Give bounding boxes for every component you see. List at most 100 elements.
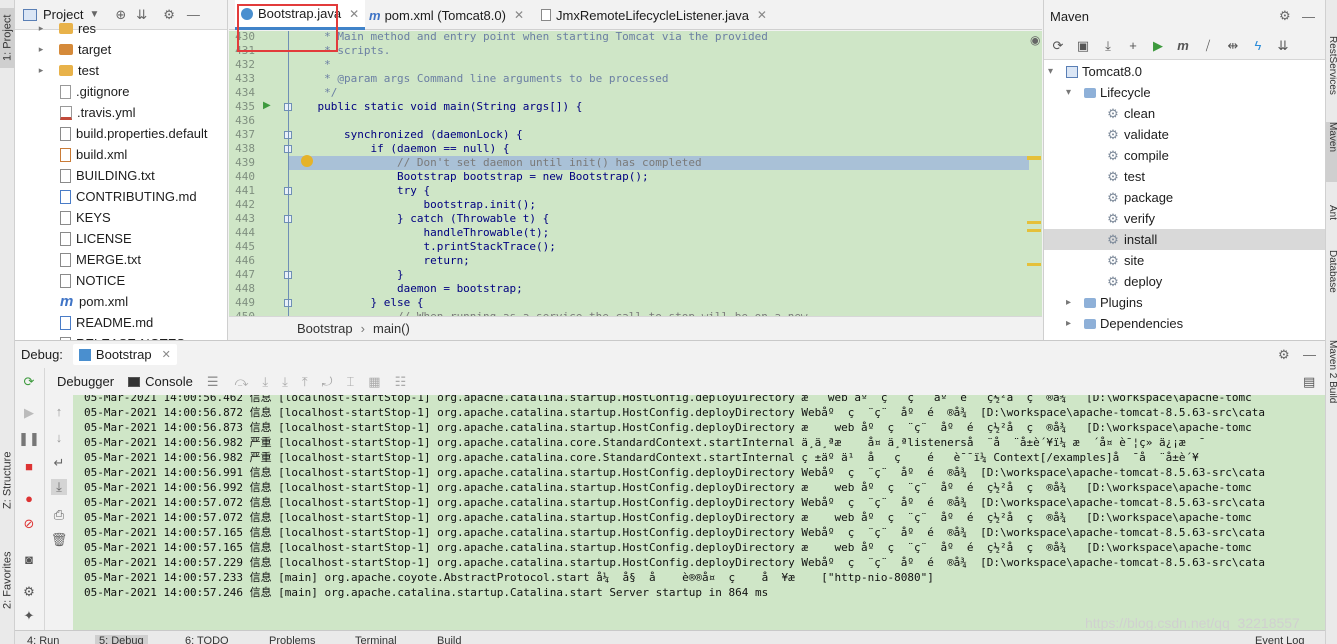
down-icon[interactable]: ↓: [51, 429, 67, 445]
force-step-into-icon[interactable]: ⤓: [282, 374, 288, 390]
problems-tool-tab[interactable]: Problems: [269, 635, 315, 644]
step-into-icon[interactable]: ⤓: [262, 374, 268, 390]
run-tool-tab[interactable]: 4: Run: [27, 635, 59, 644]
terminal-tool-tab[interactable]: Terminal: [355, 635, 397, 644]
project-tree-item[interactable]: ▸ test: [15, 60, 227, 81]
project-tree-item[interactable]: RELEASE-NOTES: [15, 333, 227, 340]
collapse-icon[interactable]: ⇊: [1275, 38, 1291, 54]
project-tree-item[interactable]: BUILDING.txt: [15, 165, 227, 186]
hide-icon[interactable]: —: [1302, 9, 1315, 24]
run-to-cursor-icon[interactable]: ⌶: [346, 374, 354, 390]
gear-icon[interactable]: ⚙: [21, 584, 37, 600]
chevron-down-icon[interactable]: ▾: [1048, 66, 1062, 77]
project-tree-item[interactable]: LICENSE: [15, 228, 227, 249]
run-icon[interactable]: ▶: [1150, 38, 1166, 54]
maven-tree-item[interactable]: ⚙ clean: [1044, 103, 1325, 124]
close-icon[interactable]: ✕: [162, 348, 171, 361]
project-tree-item[interactable]: MERGE.txt: [15, 249, 227, 270]
close-icon[interactable]: ✕: [757, 8, 767, 22]
hide-icon[interactable]: —: [1303, 347, 1316, 362]
maven-tree-item[interactable]: ⚙ verify: [1044, 208, 1325, 229]
chevron-right-icon[interactable]: ▸: [35, 65, 47, 76]
stop-icon[interactable]: ■: [21, 458, 37, 474]
console-output[interactable]: 05-Mar-2021 14:00:56.462 信息 [localhost-s…: [73, 395, 1325, 630]
clear-icon[interactable]: 🗑: [51, 532, 68, 548]
view-breakpoints-icon[interactable]: ●: [21, 490, 37, 506]
project-tree-item[interactable]: m pom.xml: [15, 291, 227, 312]
build-tool-tab[interactable]: Build: [437, 635, 461, 644]
restservices-tool-tab[interactable]: RestServices: [1326, 36, 1337, 106]
rerun-icon[interactable]: ⟳: [21, 374, 37, 390]
eye-icon[interactable]: ◉: [1030, 33, 1040, 47]
maven-tree-item[interactable]: ⚙ validate: [1044, 124, 1325, 145]
up-icon[interactable]: ↑: [51, 403, 67, 419]
step-out-icon[interactable]: ⤒: [302, 374, 308, 390]
project-tree-item[interactable]: KEYS: [15, 207, 227, 228]
structure-tool-tab[interactable]: Z: Structure: [0, 440, 15, 520]
todo-tool-tab[interactable]: 6: TODO: [185, 635, 229, 644]
bulb-icon[interactable]: [301, 155, 313, 167]
camera-icon[interactable]: ◙: [21, 551, 37, 567]
project-tree-item[interactable]: build.xml: [15, 144, 227, 165]
chevron-right-icon[interactable]: ▸: [1066, 318, 1080, 329]
project-tree-item[interactable]: .travis.yml: [15, 102, 227, 123]
debugger-tab[interactable]: Debugger: [57, 374, 114, 389]
layout-icon[interactable]: ▤: [1303, 374, 1315, 390]
project-tree-item[interactable]: .gitignore: [15, 81, 227, 102]
maven-tree-item[interactable]: ⚙ test: [1044, 166, 1325, 187]
trace-icon[interactable]: ☷: [395, 374, 407, 390]
tab-bootstrap-java[interactable]: Bootstrap.java ✕: [235, 0, 366, 30]
project-tool-tab[interactable]: 1: Project: [0, 8, 15, 68]
gear-icon[interactable]: ⚙: [1279, 8, 1291, 24]
tab-jmx-listener[interactable]: JmxRemoteLifecycleListener.java ✕: [535, 0, 773, 30]
breadcrumb-method[interactable]: main(): [373, 321, 410, 336]
close-icon[interactable]: ✕: [349, 7, 359, 21]
scroll-to-end-icon[interactable]: ⤓: [51, 479, 67, 495]
breadcrumb-class[interactable]: Bootstrap: [297, 321, 353, 336]
maven-tool-tab[interactable]: Maven: [1326, 122, 1337, 182]
menu-icon[interactable]: ☰: [207, 374, 219, 390]
debug-session-tab[interactable]: Bootstrap ✕: [72, 344, 177, 365]
add-icon[interactable]: +: [1125, 38, 1141, 54]
maven-tree-item[interactable]: ▾ Tomcat8.0: [1044, 61, 1325, 82]
project-tree-item[interactable]: ▸ target: [15, 39, 227, 60]
chevron-down-icon[interactable]: ▾: [1066, 87, 1080, 98]
tab-pom-xml[interactable]: m pom.xml (Tomcat8.0) ✕: [363, 0, 530, 30]
project-tree-item[interactable]: build.properties.default: [15, 123, 227, 144]
maven-tree-item[interactable]: ⚙ deploy: [1044, 271, 1325, 292]
maven2-build-tool-tab[interactable]: Maven 2 Build: [1326, 340, 1337, 460]
editor-gutter[interactable]: 430 431 432 433 434 435 436 437 438 439 440 441 442 4…: [229, 31, 292, 316]
project-tree-item[interactable]: NOTICE: [15, 270, 227, 291]
toggle-offline-icon[interactable]: ⧸: [1200, 38, 1216, 54]
add-folder-icon[interactable]: ▣: [1075, 38, 1091, 54]
resume-icon[interactable]: ▶: [21, 405, 37, 421]
maven-goal-icon[interactable]: m: [1175, 38, 1191, 54]
project-tree-item[interactable]: ▸ res: [15, 18, 227, 39]
mute-breakpoints-icon[interactable]: ⊘: [21, 516, 37, 532]
print-icon[interactable]: ⎙: [51, 507, 67, 523]
ant-tool-tab[interactable]: Ant: [1326, 205, 1337, 235]
event-log-tab[interactable]: Event Log: [1255, 635, 1305, 644]
soft-wrap-icon[interactable]: ↵: [51, 455, 67, 471]
close-icon[interactable]: ✕: [514, 8, 524, 22]
console-tab[interactable]: Console: [128, 374, 193, 389]
pause-icon[interactable]: ❚❚: [18, 431, 40, 447]
reload-icon[interactable]: ⟳: [1050, 38, 1066, 54]
debug-tool-tab[interactable]: 5: Debug: [95, 635, 148, 644]
favorites-tool-tab[interactable]: 2: Favorites: [0, 540, 15, 620]
maven-tree-item[interactable]: ▸ Plugins: [1044, 292, 1325, 313]
maven-tree-item[interactable]: ⚙ package: [1044, 187, 1325, 208]
maven-tree-item[interactable]: ⚙ compile: [1044, 145, 1325, 166]
project-tree-item[interactable]: CONTRIBUTING.md: [15, 186, 227, 207]
drop-frame-icon[interactable]: ⤾: [322, 374, 333, 390]
run-gutter-icon[interactable]: ▶: [263, 100, 271, 111]
evaluate-icon[interactable]: ▦: [368, 374, 380, 390]
maven-tree-item[interactable]: ⚙ site: [1044, 250, 1325, 271]
maven-tree-item[interactable]: ▾ Lifecycle: [1044, 82, 1325, 103]
skip-tests-icon[interactable]: ⇹: [1225, 38, 1241, 54]
chevron-right-icon[interactable]: ▸: [35, 23, 47, 34]
lightning-icon[interactable]: ϟ: [1250, 38, 1266, 54]
chevron-right-icon[interactable]: ▸: [1066, 297, 1080, 308]
pin-icon[interactable]: ✦: [21, 608, 37, 624]
maven-tree-item[interactable]: ⚙ install: [1044, 229, 1325, 250]
